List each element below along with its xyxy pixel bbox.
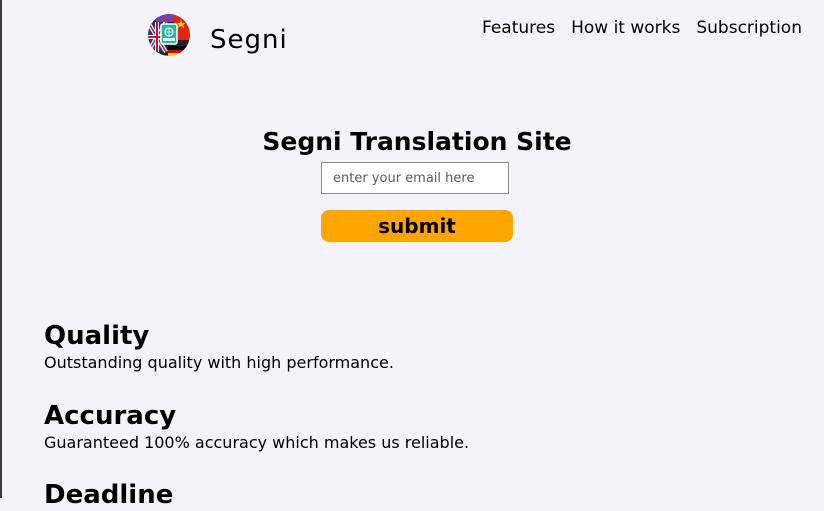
feature-title: Accuracy bbox=[44, 401, 177, 431]
main-nav: Features How it works Subscription bbox=[482, 18, 802, 38]
page-title: Segni Translation Site bbox=[262, 126, 572, 156]
brand-name: Segni bbox=[210, 25, 288, 55]
feature-title: Deadline bbox=[44, 480, 174, 510]
feature-description: Outstanding quality with high performanc… bbox=[44, 353, 394, 372]
site-header: Segni Features How it works Subscription bbox=[2, 0, 824, 80]
nav-item-how-it-works[interactable]: How it works bbox=[571, 18, 680, 38]
nav-item-subscription[interactable]: Subscription bbox=[696, 18, 802, 38]
email-field[interactable] bbox=[321, 162, 509, 194]
nav-item-features[interactable]: Features bbox=[482, 18, 555, 38]
feature-description: Guaranteed 100% accuracy which makes us … bbox=[44, 433, 470, 452]
feature-accuracy: Accuracy Guaranteed 100% accuracy which … bbox=[44, 400, 469, 454]
submit-button[interactable]: submit bbox=[321, 210, 513, 242]
feature-quality: Quality Outstanding quality with high pe… bbox=[44, 320, 394, 374]
logo-icon[interactable] bbox=[148, 14, 190, 56]
feature-deadline: Deadline bbox=[44, 479, 173, 511]
feature-title: Quality bbox=[44, 321, 150, 351]
